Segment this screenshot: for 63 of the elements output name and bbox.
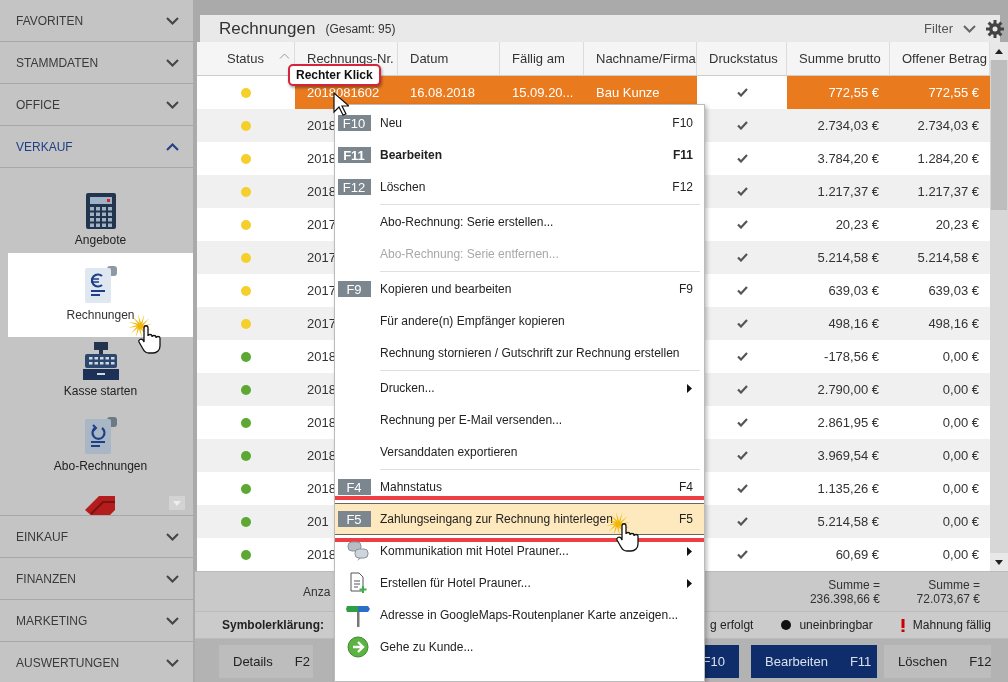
table-cell: 2017 [307,217,336,232]
shortcut-label: F10 [672,116,693,130]
table-cell: 2018081602 [307,85,380,100]
table-cell: 0,00 € [942,349,979,364]
table-cell: 0,00 € [942,448,979,463]
table-cell: 1.135,26 € [817,481,879,496]
table-cell: 20,23 € [935,217,979,232]
shortcut-key-badge: F11 [337,147,371,163]
table-cell: 1.284,20 € [917,151,979,166]
sum-value: 236.398,66 € [809,591,880,606]
right-click-tooltip: Rechter Klick [288,64,381,86]
table-cell: 2017 [307,316,336,331]
legend-label: g erfolgt [710,618,754,632]
table-cell: 2.734,03 € [917,118,979,133]
table-cell: 60,69 € [835,547,879,562]
table-cell: 5.214,58 € [917,250,979,265]
table-cell: 2017 [307,250,336,265]
table-cell: 20,23 € [835,217,879,232]
shortcut-label: F12 [672,180,693,194]
table-cell: 1.217,37 € [917,184,979,199]
shortcut-key-badge: F12 [337,179,371,195]
legend-title: Symbolerklärung: [222,618,325,632]
sum-value: 72.073,67 € [916,591,980,606]
table-cell: 3.784,20 € [817,151,879,166]
count-label: Anza [303,584,331,599]
table-cell: 0,00 € [942,415,979,430]
table-cell: 639,03 € [928,283,979,298]
table-cell: 0,00 € [942,514,979,529]
table-cell: 2.734,03 € [817,118,879,133]
table-cell: 5.214,58 € [817,250,879,265]
table-cell: -178,56 € [824,349,879,364]
table-cell: 3.969,54 € [817,448,879,463]
shortcut-key-badge: F10 [337,115,371,131]
table-cell: 498,16 € [928,316,979,331]
legend-label: uneinbringbar [799,618,873,632]
table-cell: 639,03 € [828,283,879,298]
table-cell: 16.08.2018 [410,85,476,100]
sum-label: Summe = [828,577,880,592]
table-cell: 0,00 € [942,481,979,496]
table-cell: 201 [307,514,329,529]
shortcut-label: F4 [679,480,693,494]
shortcut-key-badge: F5 [337,511,371,527]
total-count: (Gesamt: 95) [325,21,396,36]
table-cell: 15.09.20... [512,85,574,100]
table-cell: 1.217,37 € [817,184,879,199]
shortcut-label: F11 [673,148,693,162]
table-cell: 2.790,00 € [817,382,879,397]
shortcut-label: F9 [679,282,693,296]
list-title: Rechnungen [219,18,316,39]
table-cell: Bau Kunze [596,85,660,100]
sum-label: Summe = [928,577,980,592]
table-cell: 2017 [307,283,336,298]
table-cell: 0,00 € [942,547,979,562]
shortcut-label: F5 [679,512,693,526]
shortcut-key-badge: F9 [337,281,371,297]
table-cell: 2.861,95 € [817,415,879,430]
shortcut-key-badge: F4 [337,479,371,495]
table-cell: 772,55 € [928,85,979,100]
table-cell: 0,00 € [942,382,979,397]
table-cell: 498,16 € [828,316,879,331]
legend-label: Mahnung fällig [912,618,991,632]
table-cell: 5.214,58 € [817,514,879,529]
table-cell: 772,55 € [828,85,879,100]
